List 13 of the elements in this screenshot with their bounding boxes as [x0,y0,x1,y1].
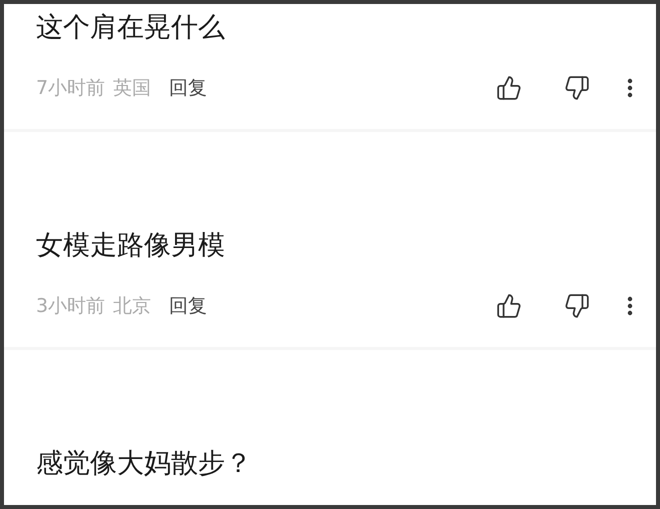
thumbs-down-icon[interactable] [564,293,590,319]
comment-location: 北京 [113,294,152,319]
comment-time: 3小时前 [36,294,106,319]
comment-text: 感觉像大妈散步？ [36,447,252,481]
comment-time: 7小时前 [36,76,106,101]
thumbs-up-icon[interactable] [496,75,522,101]
comment-text: 这个肩在晃什么 [36,11,225,45]
thumbs-down-icon[interactable] [564,75,590,101]
reply-link[interactable]: 回复 [169,292,208,320]
reply-link[interactable]: 回复 [169,74,208,102]
thumbs-up-icon[interactable] [496,293,522,319]
comment-location: 英国 [113,76,152,101]
comment-text: 女模走路像男模 [36,229,225,263]
